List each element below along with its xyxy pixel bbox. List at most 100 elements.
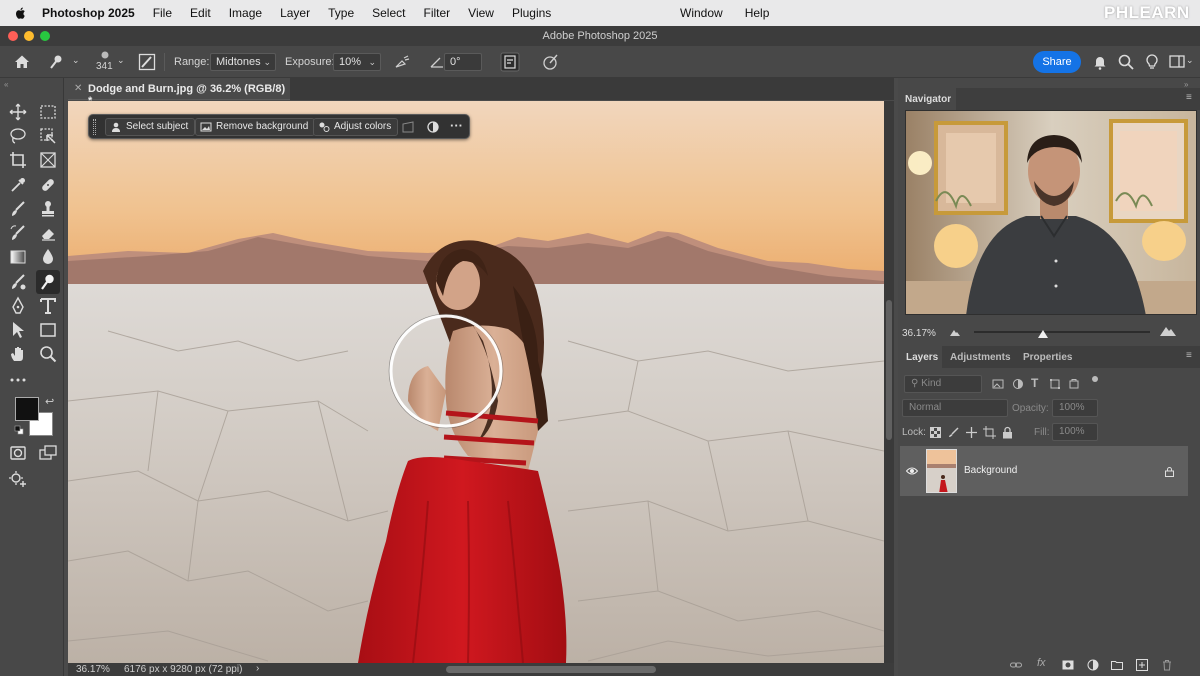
type-tool-icon[interactable] — [38, 296, 58, 316]
adjustment-layer-icon[interactable] — [426, 120, 440, 134]
opacity-field[interactable]: 100% — [1052, 399, 1098, 417]
minimize-window-button[interactable] — [24, 31, 34, 41]
protect-tones-icon[interactable] — [500, 52, 520, 72]
more-tools-icon[interactable] — [8, 370, 28, 390]
menu-type[interactable]: Type — [328, 6, 354, 20]
new-adjustment-layer-icon[interactable] — [1087, 659, 1099, 671]
screen-mode-icon[interactable] — [38, 443, 58, 463]
new-group-folder-icon[interactable] — [1111, 659, 1123, 671]
blur-tool-icon[interactable] — [38, 247, 58, 267]
airbrush-icon[interactable] — [393, 53, 411, 71]
zoom-out-mountain-icon[interactable] — [950, 328, 960, 336]
preset-chevron-icon[interactable]: ⌄ — [72, 55, 80, 66]
filter-pixel-icon[interactable] — [992, 378, 1004, 390]
layer-style-fx-icon[interactable]: fx — [1037, 657, 1046, 669]
delete-layer-trash-icon[interactable] — [1161, 659, 1173, 671]
workspace-layout-icon[interactable] — [1168, 53, 1186, 71]
default-colors-icon[interactable] — [14, 425, 24, 435]
foreground-color-swatch[interactable] — [15, 397, 39, 421]
vertical-scrollbar-thumb[interactable] — [886, 300, 892, 440]
menu-edit[interactable]: Edit — [190, 6, 211, 20]
move-tool-icon[interactable] — [8, 102, 28, 122]
navigator-zoom[interactable]: 36.17% — [902, 328, 936, 339]
search-icon[interactable] — [1117, 53, 1135, 71]
menu-help[interactable]: Help — [745, 6, 770, 20]
dodge-tool-preset-icon[interactable] — [48, 53, 66, 71]
mixer-brush-tool-icon[interactable] — [8, 272, 28, 292]
navigator-zoom-slider-knob[interactable] — [1037, 330, 1048, 338]
menu-window[interactable]: Window — [680, 6, 723, 20]
history-brush-tool-icon[interactable] — [8, 223, 28, 243]
lock-transparent-pixels-icon[interactable] — [930, 427, 941, 438]
marquee-tool-icon[interactable] — [38, 102, 58, 122]
document-tab[interactable]: ✕ Dodge and Burn.jpg @ 36.2% (RGB/8) * — [68, 78, 290, 107]
workspace-chevron-icon[interactable]: ⌄ — [1186, 55, 1194, 66]
notifications-bell-icon[interactable] — [1091, 53, 1109, 71]
gradient-tool-icon[interactable] — [8, 247, 28, 267]
blend-mode-select[interactable]: Normal — [902, 399, 1008, 417]
new-layer-icon[interactable] — [1136, 659, 1148, 671]
brush-size[interactable]: 341 — [96, 61, 113, 72]
rectangle-tool-icon[interactable] — [38, 320, 58, 340]
brush-picker-chevron-icon[interactable]: ⌄ — [117, 55, 125, 66]
status-expand-icon[interactable]: › — [256, 663, 259, 674]
menu-file[interactable]: File — [153, 6, 172, 20]
lock-position-icon[interactable] — [965, 426, 978, 439]
crop-tool-icon[interactable] — [8, 150, 28, 170]
menu-plugins[interactable]: Plugins — [512, 6, 551, 20]
lock-artboard-icon[interactable] — [983, 426, 996, 439]
discover-lightbulb-icon[interactable] — [1143, 53, 1161, 71]
link-layers-icon[interactable] — [1010, 659, 1022, 671]
exposure-field[interactable]: 10% ⌄ — [333, 53, 381, 71]
document-canvas[interactable] — [68, 101, 884, 663]
edit-toolbar-icon[interactable] — [8, 470, 28, 490]
menu-filter[interactable]: Filter — [423, 6, 450, 20]
hand-tool-icon[interactable] — [8, 344, 28, 364]
layer-filter-kind-select[interactable]: ⚲ Kind — [904, 375, 982, 393]
close-tab-icon[interactable]: ✕ — [74, 83, 82, 94]
lasso-tool-icon[interactable] — [8, 126, 28, 146]
horizontal-scrollbar-thumb[interactable] — [446, 666, 656, 673]
layer-row-background[interactable]: Background — [900, 446, 1188, 496]
brush-angle-field[interactable]: 0° — [444, 53, 482, 71]
brush-tool-icon[interactable] — [8, 199, 28, 219]
navigator-thumbnail[interactable] — [905, 110, 1197, 315]
close-window-button[interactable] — [8, 31, 18, 41]
tab-adjustments[interactable]: Adjustments — [950, 352, 1011, 363]
filter-adjustment-icon[interactable] — [1012, 378, 1024, 390]
adjust-colors-button[interactable]: Adjust colors — [313, 118, 399, 136]
app-menu[interactable]: Photoshop 2025 — [42, 6, 135, 20]
menu-view[interactable]: View — [468, 6, 494, 20]
tab-properties[interactable]: Properties — [1023, 352, 1072, 363]
filter-toggle-icon[interactable] — [1092, 376, 1098, 382]
brush-settings-icon[interactable] — [138, 53, 156, 71]
pressure-size-icon[interactable] — [541, 53, 559, 71]
tab-layers[interactable]: Layers — [906, 352, 938, 363]
menu-layer[interactable]: Layer — [280, 6, 310, 20]
eraser-tool-icon[interactable] — [38, 223, 58, 243]
apple-menu-icon[interactable] — [14, 6, 28, 20]
share-button[interactable]: Share — [1033, 51, 1081, 73]
lock-all-icon[interactable] — [1002, 426, 1013, 439]
dodge-tool-icon[interactable] — [36, 270, 60, 294]
drag-handle-icon[interactable] — [93, 119, 96, 135]
zoom-in-mountain-icon[interactable] — [1160, 325, 1176, 336]
layers-menu-icon[interactable]: ≡ — [1186, 350, 1192, 361]
range-select[interactable]: Midtones ⌄ — [210, 53, 276, 71]
select-subject-button[interactable]: Select subject — [105, 118, 196, 136]
tab-navigator[interactable]: Navigator — [905, 94, 951, 105]
eyedropper-tool-icon[interactable] — [8, 175, 28, 195]
zoom-tool-icon[interactable] — [38, 344, 58, 364]
object-selection-tool-icon[interactable] — [38, 126, 58, 146]
layer-visibility-eye-icon[interactable] — [906, 466, 918, 476]
frame-tool-icon[interactable] — [38, 150, 58, 170]
path-selection-tool-icon[interactable] — [8, 320, 28, 340]
layer-thumbnail[interactable] — [926, 449, 957, 493]
lock-image-pixels-icon[interactable] — [948, 427, 959, 438]
collapse-panel-icon[interactable]: « — [4, 80, 8, 89]
fill-field[interactable]: 100% — [1052, 423, 1098, 441]
clone-stamp-tool-icon[interactable] — [38, 199, 58, 219]
more-options-icon[interactable]: ··· — [450, 118, 463, 133]
healing-brush-tool-icon[interactable] — [38, 175, 58, 195]
filter-type-icon[interactable]: T — [1031, 376, 1038, 390]
